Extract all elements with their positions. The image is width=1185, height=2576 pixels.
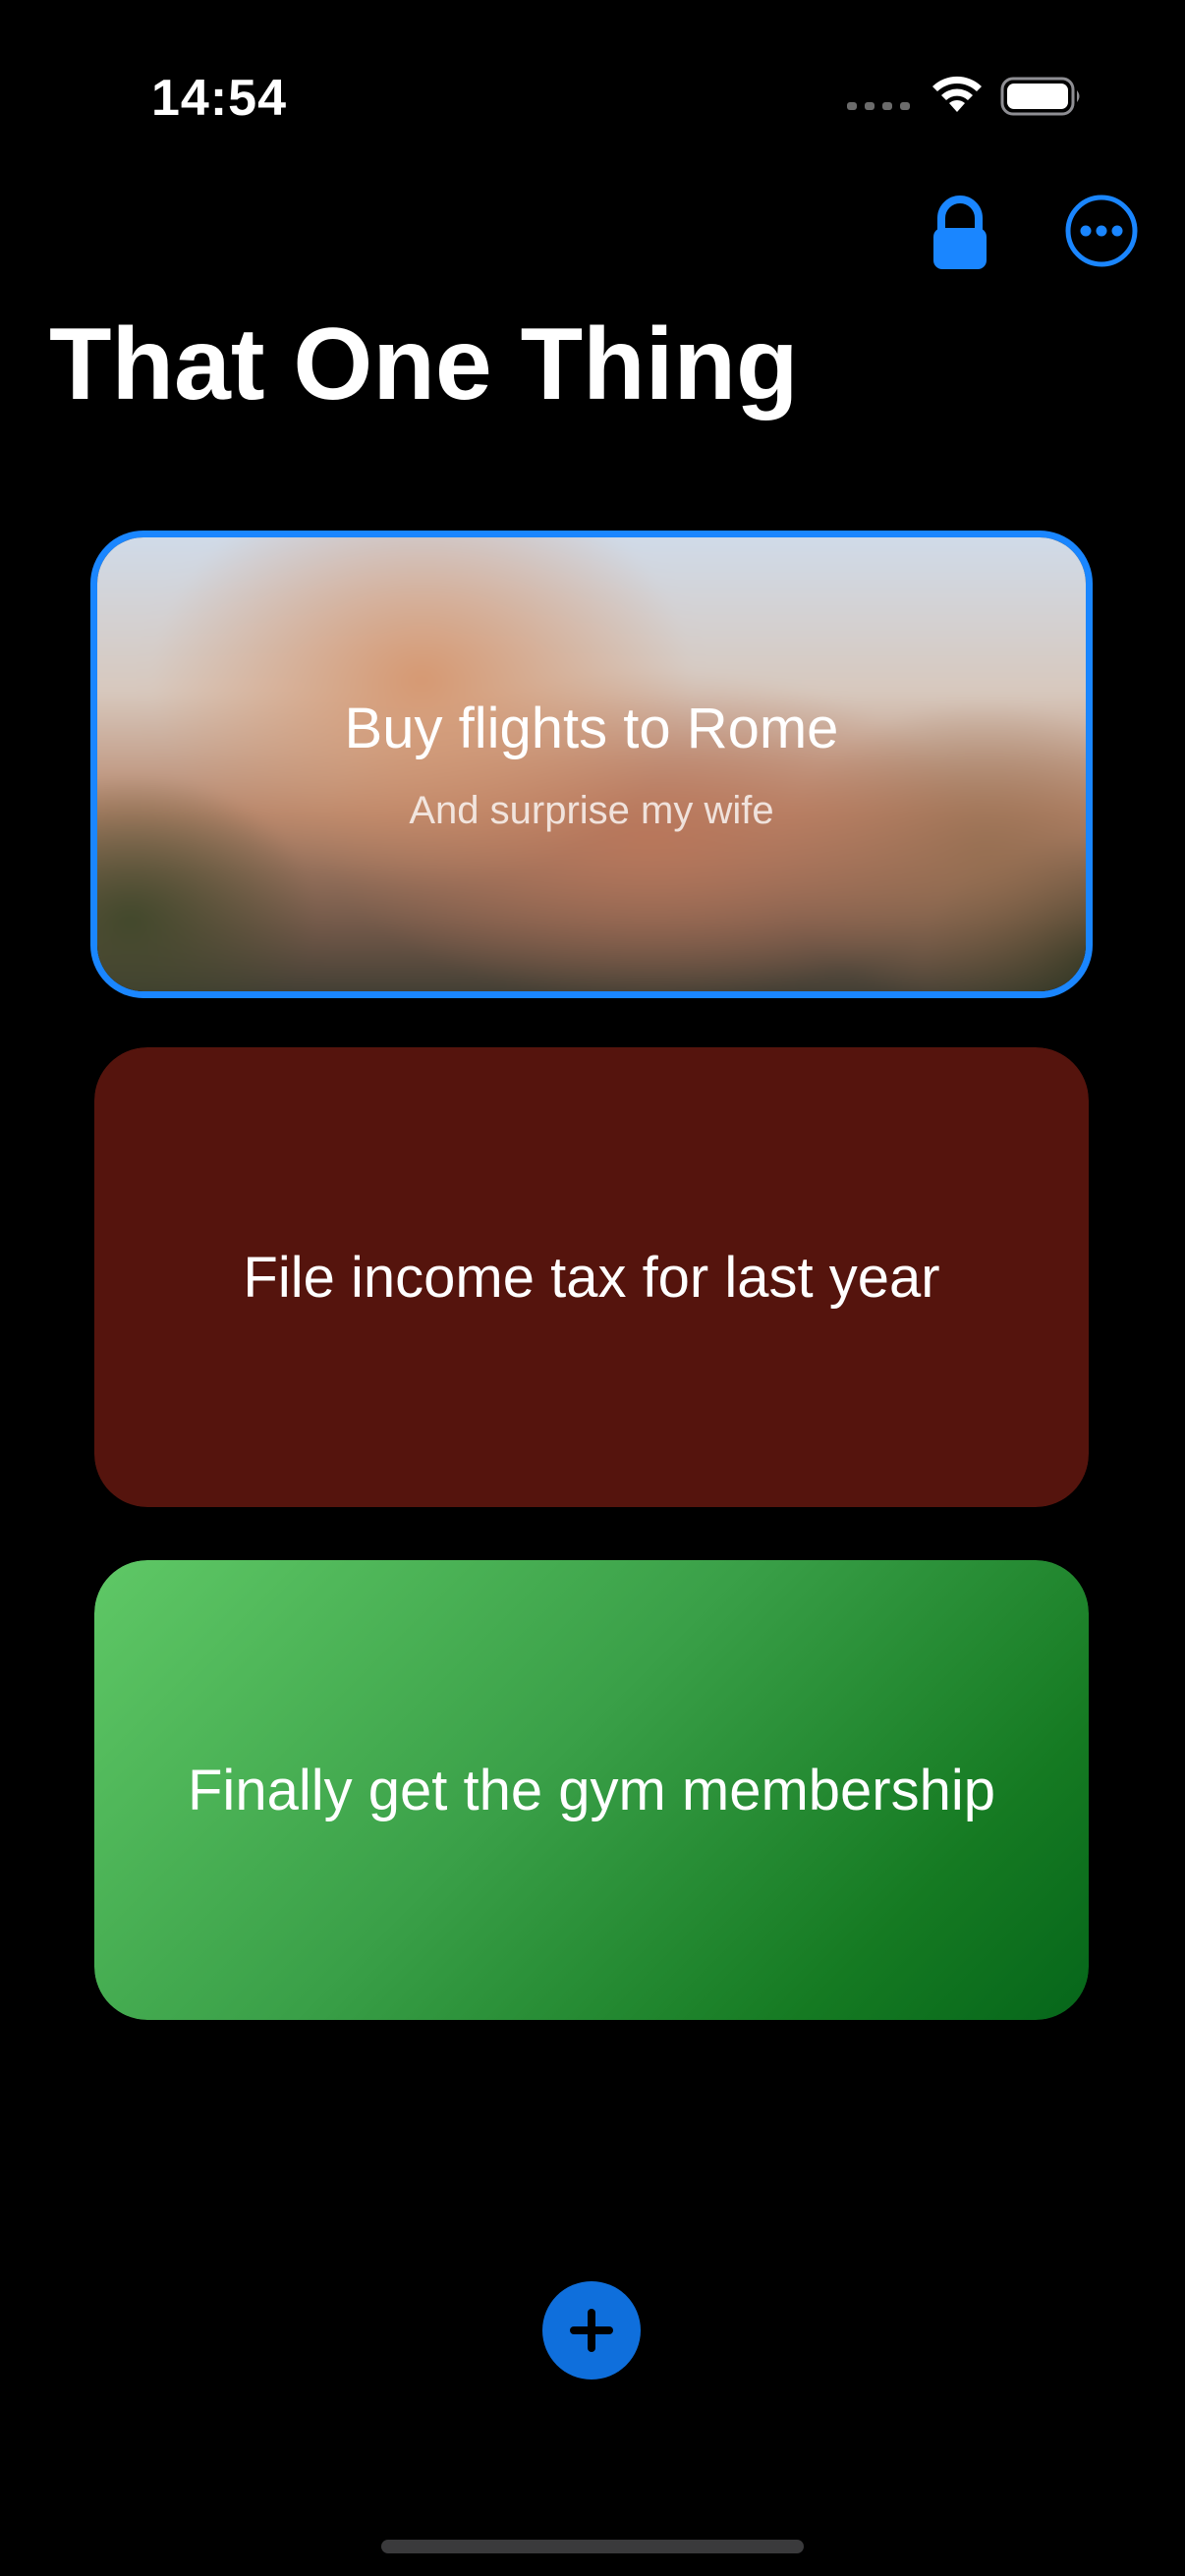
task-card-rome[interactable]: Buy flights to Rome And surprise my wife: [90, 531, 1093, 998]
wifi-icon: [932, 76, 982, 112]
card-title: Finally get the gym membership: [188, 1758, 995, 1822]
status-time: 14:54: [151, 70, 287, 127]
task-card-tax[interactable]: File income tax for last year: [94, 1047, 1089, 1507]
more-options-button[interactable]: [1057, 187, 1146, 275]
plus-icon: [570, 2309, 613, 2352]
card-subtitle: And surprise my wife: [409, 789, 774, 832]
add-thing-button[interactable]: [542, 2281, 641, 2380]
card-background-image: [97, 537, 1086, 991]
page-title: That One Thing: [49, 308, 799, 421]
battery-icon: [1000, 77, 1080, 116]
card-title: File income tax for last year: [243, 1245, 940, 1310]
ellipsis-circle-icon: [1065, 195, 1138, 267]
lock-button[interactable]: [916, 187, 1004, 275]
signal-dots-icon: [847, 102, 910, 110]
home-indicator[interactable]: [381, 2540, 804, 2553]
lock-icon: [933, 196, 987, 269]
status-icons: [847, 71, 1083, 122]
card-title: Buy flights to Rome: [344, 697, 839, 760]
task-card-gym[interactable]: Finally get the gym membership: [94, 1560, 1089, 2020]
